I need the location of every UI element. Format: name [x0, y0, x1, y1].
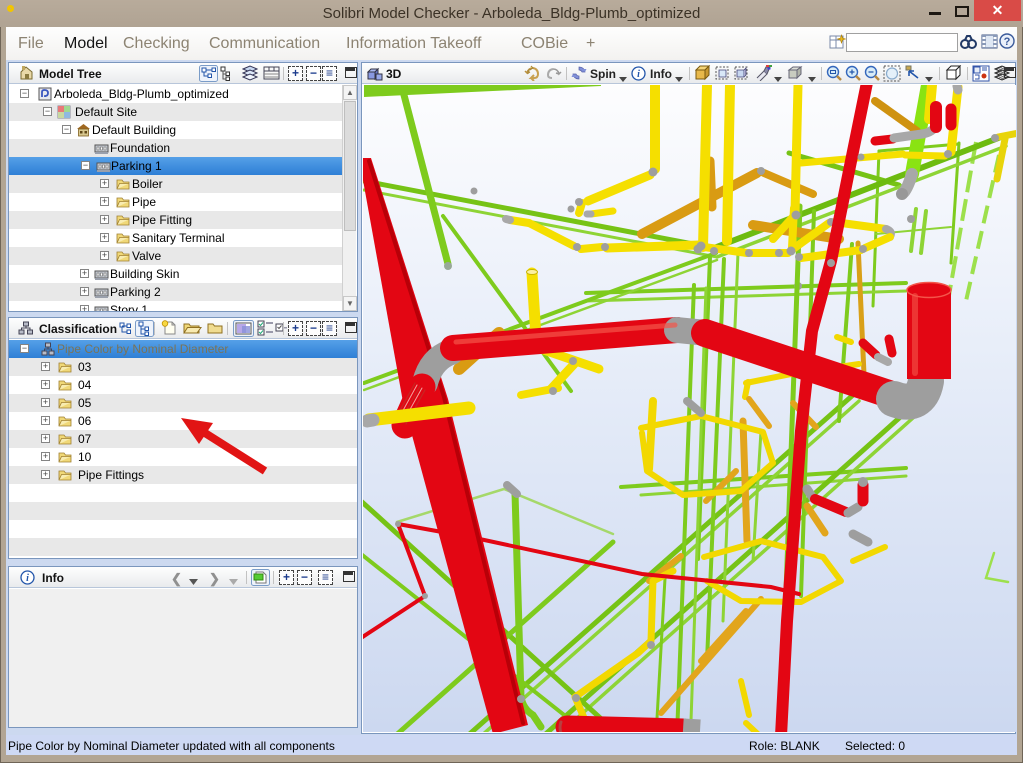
- svg-text:?: ?: [1004, 36, 1011, 48]
- svg-text:i: i: [26, 573, 29, 584]
- svg-text:i: i: [637, 69, 640, 80]
